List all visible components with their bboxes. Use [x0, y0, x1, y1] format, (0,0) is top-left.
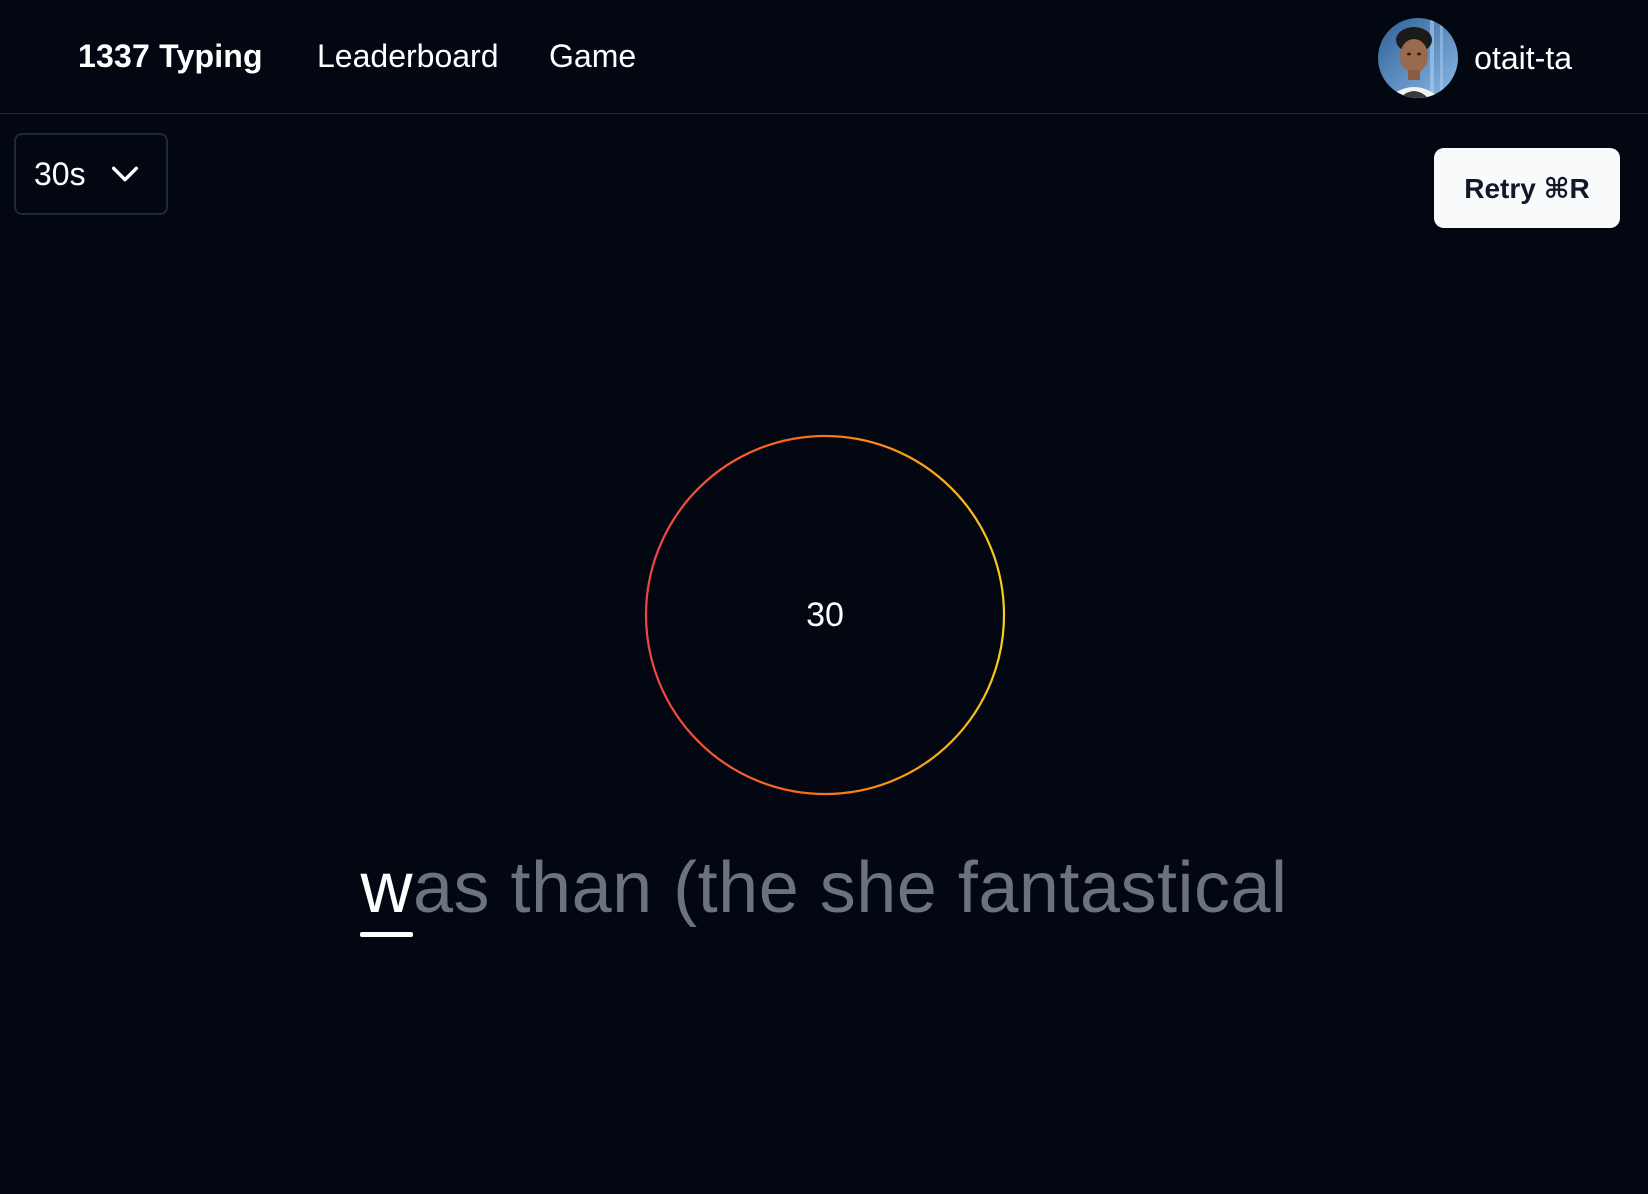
retry-button[interactable]: Retry ⌘R	[1434, 148, 1620, 228]
typing-page: 1337 Typing Leaderboard Game otait-ta 30…	[0, 0, 1648, 1194]
nav-game-link[interactable]: Game	[549, 38, 636, 75]
timer-countdown: 30	[806, 595, 844, 634]
typing-words[interactable]: w as than (the she fantastical	[0, 843, 1648, 937]
remaining-words: as than (the she fantastical	[412, 848, 1288, 928]
avatar[interactable]	[1378, 18, 1459, 98]
user-avatar-icon	[1378, 18, 1459, 98]
top-navbar: 1337 Typing Leaderboard Game otait-ta	[0, 0, 1648, 114]
duration-selected-value: 30s	[34, 155, 86, 192]
current-char: w	[360, 843, 413, 937]
retry-button-label: Retry ⌘R	[1464, 172, 1590, 204]
chevron-down-icon	[111, 166, 138, 182]
username-label[interactable]: otait-ta	[1474, 40, 1572, 77]
cursor-underline	[360, 932, 413, 937]
brand-logo-text[interactable]: 1337 Typing	[78, 38, 263, 75]
nav-leaderboard-link[interactable]: Leaderboard	[317, 38, 498, 75]
user-menu[interactable]: otait-ta	[1378, 18, 1572, 98]
duration-select[interactable]: 30s	[14, 133, 168, 215]
